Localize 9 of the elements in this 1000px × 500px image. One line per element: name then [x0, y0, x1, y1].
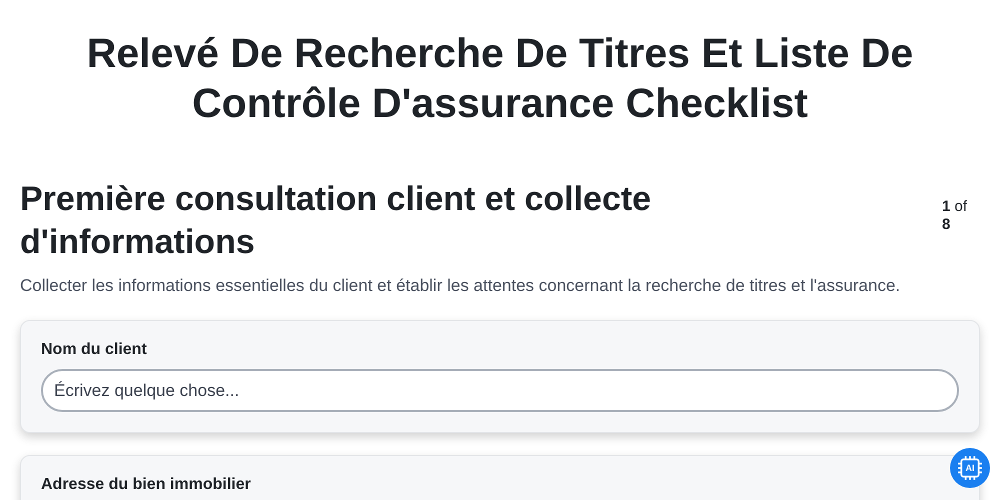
text-field[interactable]: Écrivez quelque chose... — [41, 369, 959, 412]
chip-icon — [957, 455, 983, 481]
field-label: Adresse du bien immobilier — [41, 476, 252, 494]
field-label: Nom du client — [41, 341, 148, 359]
section-description: Collecter les informations essentielles du client et établir les attentes concernant la recherche de titres et l'assurance. — [20, 276, 902, 296]
ai-button[interactable]: AI — [950, 448, 990, 488]
page-title: Relevé De Recherche De Titres Et Liste De Contrôle D'assurance Checklist — [86, 29, 914, 128]
section-heading: Première consultation client et collecte d'informations — [20, 179, 652, 263]
step-counter: 1 of 8 — [942, 198, 968, 234]
